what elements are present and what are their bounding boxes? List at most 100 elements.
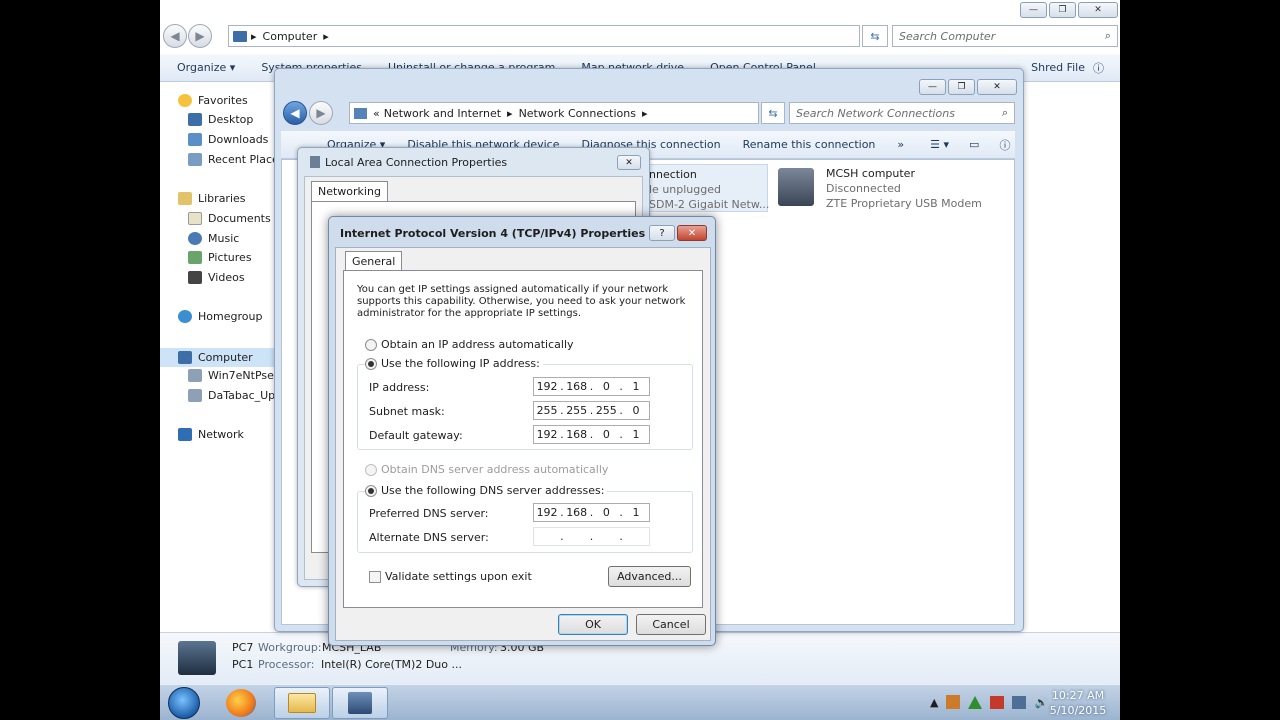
netwin-search-input[interactable]: Search Network Connections ⌕ — [789, 102, 1015, 124]
modem-icon — [778, 168, 814, 206]
nav-label: Pictures — [208, 251, 252, 264]
netwin-forward-button[interactable]: ▶ — [309, 101, 333, 125]
volume-icon[interactable]: 🔊 — [1034, 696, 1048, 709]
breadcrumb-network-internet[interactable]: Network and Internet — [384, 107, 501, 120]
back-button[interactable]: ◀ — [163, 24, 187, 48]
breadcrumb-network-connections[interactable]: Network Connections — [519, 107, 636, 120]
detail-processor-label: Processor: — [258, 658, 315, 671]
view-options-icon[interactable]: ☰ ▾ — [930, 138, 949, 151]
toolbar-shred-file[interactable]: Shred File — [1031, 61, 1085, 74]
ip-octet: 1 — [632, 506, 640, 519]
radio-label: Obtain DNS server address automatically — [381, 463, 609, 476]
maximize-button[interactable]: ❐ — [1049, 2, 1076, 18]
netwin-minimize-button[interactable]: — — [919, 79, 946, 95]
validate-settings-checkbox[interactable]: Validate settings upon exit — [369, 570, 532, 583]
clock[interactable]: 10:27 AM 5/10/2015 — [1048, 688, 1108, 718]
preferred-dns-field[interactable]: 192. 168. 0. 1 — [533, 503, 650, 522]
connection-item-lan[interactable]: nnection le unplugged SDM-2 Gigabit Netw… — [644, 164, 769, 212]
tab-general[interactable]: General — [345, 251, 403, 271]
address-computer[interactable]: Computer — [263, 30, 318, 43]
preferred-dns-label: Preferred DNS server: — [369, 507, 489, 520]
forward-button[interactable]: ▶ — [188, 24, 212, 48]
subnet-mask-field[interactable]: 255. 255. 255. 0 — [533, 401, 650, 420]
search-icon: ⌕ — [1104, 29, 1111, 42]
help-icon[interactable]: ⓘ — [1093, 60, 1104, 76]
nav-recent-places[interactable]: Recent Places — [188, 153, 285, 166]
network-connections-icon — [348, 692, 372, 714]
close-button[interactable]: ✕ — [1078, 2, 1118, 18]
nav-documents[interactable]: Documents — [188, 212, 271, 225]
radio-use-following-ip[interactable]: Use the following IP address: — [365, 357, 543, 370]
tab-networking[interactable]: Networking — [311, 181, 388, 201]
netwin-refresh-button[interactable]: ⇆ — [761, 102, 785, 124]
nav-label: Documents — [208, 212, 271, 225]
computer-search-input[interactable]: Search Computer ⌕ — [892, 25, 1118, 47]
netwin-close-button[interactable]: ✕ — [977, 79, 1017, 95]
ipv4-properties-dialog: Internet Protocol Version 4 (TCP/IPv4) P… — [328, 216, 716, 646]
radio-obtain-dns-auto[interactable]: Obtain DNS server address automatically — [365, 463, 608, 476]
computer-address-bar[interactable]: ▸ Computer ▸ — [228, 25, 860, 47]
help-button[interactable]: ? — [649, 225, 675, 241]
nav-homegroup[interactable]: Homegroup — [178, 310, 262, 323]
alternate-dns-field[interactable]: ... — [533, 527, 650, 546]
radio-indicator — [365, 484, 377, 497]
network-tray-icon[interactable] — [1012, 695, 1027, 709]
netwin-maximize-button[interactable]: ❐ — [948, 79, 975, 95]
preview-pane-icon[interactable]: ▭ — [969, 138, 979, 151]
tray-app-icon[interactable] — [946, 695, 961, 709]
nav-music[interactable]: Music — [188, 232, 239, 245]
nav-videos[interactable]: Videos — [188, 271, 245, 284]
refresh-button[interactable]: ⇆ — [862, 25, 888, 47]
default-gateway-field[interactable]: 192. 168. 0. 1 — [533, 425, 650, 444]
connection-item-mcsh[interactable]: MCSH computer Disconnected ZTE Proprieta… — [822, 164, 1002, 212]
radio-use-following-dns[interactable]: Use the following DNS server addresses: — [365, 484, 608, 497]
back-arrow-icon: ◀ — [290, 106, 300, 120]
lan-close-button[interactable]: ✕ — [617, 155, 641, 170]
action-center-icon[interactable] — [990, 695, 1005, 709]
radio-indicator — [365, 357, 377, 370]
ipv4-dialog-body: General You can get IP settings assigned… — [335, 247, 711, 641]
breadcrumb-sep: ▸ — [251, 29, 257, 43]
nav-drive-win7[interactable]: Win7eNtPse ( — [188, 369, 282, 382]
toolbar-more[interactable]: » — [897, 138, 904, 151]
videos-icon — [188, 271, 202, 284]
back-arrow-icon: ◀ — [170, 29, 180, 43]
advanced-button[interactable]: Advanced... — [608, 566, 691, 587]
nav-label: Network — [198, 428, 244, 441]
toolbar-organize[interactable]: Organize ▾ — [177, 61, 235, 74]
netwin-back-button[interactable]: ◀ — [283, 101, 307, 125]
nav-pictures[interactable]: Pictures — [188, 251, 252, 264]
network-icon — [178, 428, 192, 441]
nav-favorites[interactable]: Favorites — [178, 94, 248, 107]
ok-button[interactable]: OK — [558, 614, 628, 635]
nav-label: Homegroup — [198, 310, 263, 323]
netwin-controls: — ❐ ✕ — [919, 79, 1017, 95]
minimize-button[interactable]: — — [1020, 2, 1047, 18]
help-icon[interactable]: ⓘ — [999, 137, 1010, 153]
mcsh-name: MCSH computer — [826, 167, 915, 180]
detail-processor-value: Intel(R) Core(TM)2 Duo ... — [321, 658, 462, 671]
toolbar-rename[interactable]: Rename this connection — [743, 138, 876, 151]
explorer-taskbar-button[interactable] — [274, 687, 330, 719]
network-taskbar-button[interactable] — [332, 687, 388, 719]
ip-octet: 1 — [632, 428, 640, 441]
cancel-button[interactable]: Cancel — [636, 614, 706, 635]
ip-address-field[interactable]: 192. 168. 0. 1 — [533, 377, 650, 396]
nav-desktop[interactable]: Desktop — [188, 113, 253, 126]
ipv4-close-button[interactable]: ✕ — [677, 225, 707, 241]
drive-icon — [188, 389, 202, 402]
show-hidden-icons[interactable]: ▲ — [930, 696, 938, 709]
nav-downloads[interactable]: Downloads — [188, 133, 268, 146]
lan-status: le unplugged — [649, 183, 721, 196]
subnet-mask-label: Subnet mask: — [369, 405, 445, 418]
nav-libraries[interactable]: Libraries — [178, 192, 246, 205]
clock-time: 10:27 AM — [1051, 689, 1105, 702]
nav-network[interactable]: Network — [178, 428, 244, 441]
netwin-address-bar[interactable]: « Network and Internet ▸ Network Connect… — [349, 102, 759, 124]
tray-app2-icon[interactable] — [968, 695, 983, 709]
firefox-taskbar-button[interactable] — [226, 689, 256, 717]
radio-obtain-ip-auto[interactable]: Obtain an IP address automatically — [365, 338, 574, 351]
nav-drive-databac[interactable]: DaTabac_Up ( — [188, 389, 283, 402]
nav-computer[interactable]: Computer — [160, 348, 274, 367]
start-button[interactable] — [168, 687, 200, 719]
